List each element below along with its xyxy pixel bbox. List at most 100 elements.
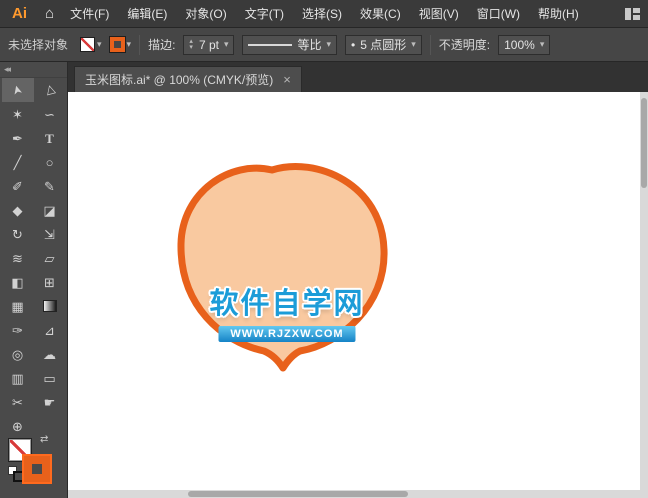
- mesh-tool-icon: ▦: [11, 298, 24, 314]
- width-tool-icon: ≋: [12, 250, 23, 266]
- stepper-down-icon: ▾: [189, 43, 193, 51]
- menu-item-select[interactable]: 选择(S): [300, 3, 344, 24]
- stroke-weight-label: 描边:: [148, 38, 176, 52]
- menu-bar: Ai ⌂ 文件(F) 编辑(E) 对象(O) 文字(T) 选择(S) 效果(C)…: [0, 0, 648, 28]
- document-tab[interactable]: 玉米图标.ai* @ 100% (CMYK/预览) ×: [74, 66, 302, 92]
- chevron-down-icon: ▾: [223, 39, 229, 49]
- fill-color-swatch[interactable]: ▾: [80, 37, 102, 52]
- hand-tool[interactable]: ☛: [34, 390, 66, 414]
- type-tool[interactable]: T: [34, 126, 66, 150]
- width-tool[interactable]: ≋: [2, 246, 34, 270]
- control-bar: 未选择对象 ▾ ▾ 描边: ▴ ▾ 7 pt ▾ 等比 ▾ • 5 点圆形 ▾ …: [0, 28, 648, 62]
- column-graph-tool[interactable]: ▥: [2, 366, 34, 390]
- width-profile-dropdown[interactable]: 等比 ▾: [242, 34, 338, 55]
- artboard-tool[interactable]: ▭: [34, 366, 66, 390]
- tools-panel: ◂◂ ➤ ▷ ✶ ∽ ✒ T ╱ ○ ✐ ✎ ◆ ◪ ↻ ⇲ ≋ ▱ ◧ ⊞ ▦ ✑ ⊿ ◎ ☁ ▥ ▭ ✂ ☛ ⊕ ⇄: [0, 62, 68, 498]
- workspace-switcher-icon[interactable]: [625, 7, 640, 20]
- brush-preview-icon: •: [351, 37, 356, 52]
- menu-item-file[interactable]: 文件(F): [68, 3, 111, 24]
- menu-item-edit[interactable]: 编辑(E): [125, 3, 169, 24]
- app-logo: Ai: [12, 5, 27, 22]
- line-segment-tool[interactable]: ╱: [2, 150, 34, 174]
- scale-tool-icon: ⇲: [44, 226, 55, 242]
- shaper-tool-icon: ◆: [12, 202, 23, 218]
- close-tab-icon[interactable]: ×: [283, 72, 291, 87]
- menu-item-window[interactable]: 窗口(W): [475, 3, 522, 24]
- vertical-scrollbar[interactable]: [640, 92, 648, 490]
- eraser-tool[interactable]: ◪: [34, 198, 66, 222]
- default-colors-icon[interactable]: [8, 466, 24, 482]
- horizontal-scrollbar-thumb[interactable]: [188, 491, 408, 497]
- menu-item-object[interactable]: 对象(O): [183, 3, 228, 24]
- vertical-scrollbar-thumb[interactable]: [641, 98, 647, 188]
- slice-tool[interactable]: ✂: [2, 390, 34, 414]
- free-transform-tool[interactable]: ▱: [34, 246, 66, 270]
- brush-definition-value: 5 点圆形: [360, 38, 407, 52]
- symbol-sprayer-tool-icon: ☁: [43, 346, 56, 362]
- scale-tool[interactable]: ⇲: [34, 222, 66, 246]
- lasso-tool[interactable]: ∽: [34, 102, 66, 126]
- eyedropper-tool[interactable]: ✑: [2, 318, 34, 342]
- paintbrush-tool[interactable]: ✐: [2, 174, 34, 198]
- measure-tool-icon: ⊿: [44, 322, 55, 338]
- chevron-down-icon: ▾: [539, 39, 545, 49]
- perspective-grid-tool-icon: ⊞: [44, 274, 55, 290]
- brush-definition-dropdown[interactable]: • 5 点圆形 ▾: [345, 34, 422, 55]
- direct-selection-tool-icon: ▷: [41, 83, 58, 97]
- selection-tool[interactable]: ➤: [1, 78, 34, 102]
- paintbrush-tool-icon: ✐: [12, 178, 23, 194]
- menu-item-view[interactable]: 视图(V): [417, 3, 461, 24]
- width-profile-value: 等比: [297, 38, 322, 52]
- zoom-tool[interactable]: ⊕: [2, 414, 34, 438]
- pencil-tool[interactable]: ✎: [34, 174, 66, 198]
- watermark-url: WWW.RJZXW.COM: [218, 326, 356, 342]
- gradient-swatch-icon: [42, 300, 57, 312]
- collapse-panel-icon: ◂◂: [4, 64, 11, 74]
- stroke-weight-dropdown[interactable]: ▴ ▾ 7 pt ▾: [183, 34, 235, 55]
- lasso-tool-icon: ∽: [44, 106, 55, 122]
- chevron-down-icon: ▾: [126, 39, 132, 49]
- perspective-grid-tool[interactable]: ⊞: [34, 270, 66, 294]
- horizontal-scrollbar[interactable]: [68, 490, 648, 498]
- direct-selection-tool[interactable]: ▷: [34, 78, 66, 102]
- shape-builder-tool-icon: ◧: [11, 274, 24, 290]
- gradient-tool[interactable]: [34, 294, 66, 318]
- stroke-color-swatch[interactable]: ▾: [108, 36, 132, 53]
- stroke-color-icon: [108, 36, 126, 53]
- magic-wand-tool[interactable]: ✶: [2, 102, 34, 126]
- shaper-tool[interactable]: ◆: [2, 198, 34, 222]
- blend-tool[interactable]: ◎: [2, 342, 34, 366]
- line-segment-tool-icon: ╱: [13, 154, 22, 170]
- chevron-down-icon: ▾: [411, 39, 416, 49]
- divider: [139, 34, 141, 55]
- color-controls: ⇄: [8, 434, 58, 486]
- menu-item-help[interactable]: 帮助(H): [536, 3, 581, 24]
- pen-tool[interactable]: ✒: [2, 126, 34, 150]
- menu-item-type[interactable]: 文字(T): [243, 3, 286, 24]
- pen-tool-icon: ✒: [12, 130, 23, 146]
- opacity-dropdown[interactable]: 100% ▾: [498, 34, 551, 55]
- menu-item-effect[interactable]: 效果(C): [358, 3, 403, 24]
- symbol-sprayer-tool[interactable]: ☁: [34, 342, 66, 366]
- tools-panel-header[interactable]: ◂◂: [0, 62, 67, 78]
- fill-none-icon: [80, 37, 96, 52]
- ellipse-tool-icon: ○: [45, 154, 54, 170]
- swap-colors-icon[interactable]: ⇄: [40, 434, 48, 445]
- measure-tool[interactable]: ⊿: [34, 318, 66, 342]
- width-profile-preview-icon: [248, 43, 293, 46]
- stroke-weight-stepper[interactable]: ▴ ▾: [189, 38, 193, 51]
- pencil-tool-icon: ✎: [44, 178, 55, 194]
- mesh-tool[interactable]: ▦: [2, 294, 34, 318]
- hand-tool-icon: ☛: [43, 394, 56, 410]
- shape-builder-tool[interactable]: ◧: [2, 270, 34, 294]
- opacity-value: 100%: [504, 37, 535, 52]
- stroke-color-control[interactable]: [24, 456, 50, 482]
- zoom-tool-icon: ⊕: [12, 418, 23, 434]
- home-icon[interactable]: ⌂: [45, 5, 54, 22]
- type-tool-icon: T: [45, 130, 54, 146]
- selection-status: 未选择对象: [8, 38, 69, 52]
- ellipse-tool[interactable]: ○: [34, 150, 66, 174]
- rotate-tool[interactable]: ↻: [2, 222, 34, 246]
- selection-tool-icon: ➤: [9, 83, 26, 97]
- canvas[interactable]: 软件自学网 WWW.RJZXW.COM: [68, 92, 640, 490]
